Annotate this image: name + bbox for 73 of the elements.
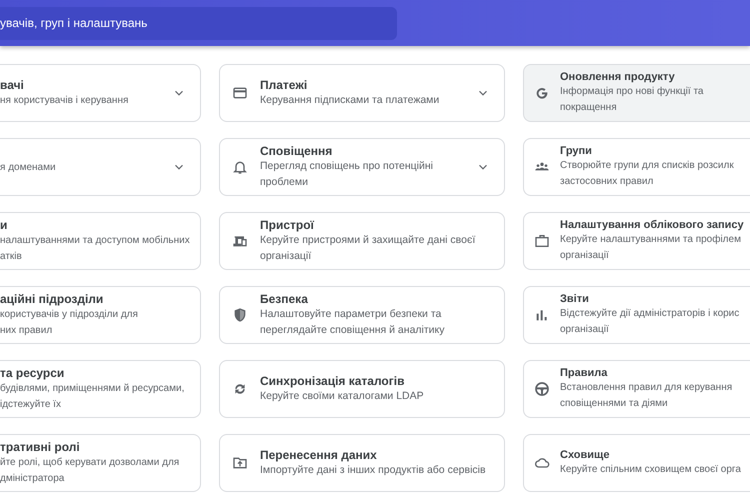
card-description: ідстежуйте їх bbox=[0, 398, 62, 412]
settings-card[interactable]: аційні підрозділи користувачів у підрозділи для них правил bbox=[0, 286, 201, 344]
card-title: Сховище bbox=[560, 449, 610, 461]
card-description: організації bbox=[260, 249, 312, 264]
settings-card[interactable]: Групи Створюйте групи для списків розсилк застосовних правил bbox=[523, 138, 750, 196]
settings-card[interactable]: Безпека Налаштовуйте параметри безпеки та переглядайте сповіщення й аналітику bbox=[219, 286, 505, 344]
settings-card[interactable]: тративні ролі йте ролі, щоб керувати дозволами для дміністратора bbox=[0, 434, 201, 492]
settings-card[interactable]: Звіти Відстежуйте дії адміністраторів і корис організації bbox=[523, 286, 750, 344]
card-description: налаштуваннями та доступом мобільних bbox=[0, 234, 190, 248]
card-title: Пристрої bbox=[260, 218, 316, 232]
settings-card[interactable]: и налаштуваннями та доступом мобільних атків bbox=[0, 212, 201, 270]
card-description: Перегляд сповіщень про потенційні bbox=[260, 159, 434, 174]
card-title: вачі bbox=[0, 78, 25, 92]
settings-card[interactable]: Сповіщення Перегляд сповіщень про потенційні проблеми bbox=[219, 138, 505, 196]
card-title: и bbox=[0, 218, 8, 232]
settings-card[interactable]: вачі ня користувачів і керування bbox=[0, 64, 201, 122]
steering-wheel-icon bbox=[534, 381, 550, 397]
card-title: Платежі bbox=[260, 78, 308, 92]
card-title: Перенесення даних bbox=[260, 448, 378, 462]
settings-card[interactable]: Перенесення даних Імпортуйте дані з інших продуктів або сервісів bbox=[219, 434, 505, 492]
settings-card[interactable]: Сховище Керуйте спільним сховищем своєї орга bbox=[523, 434, 750, 492]
card-title: Сповіщення bbox=[260, 144, 334, 158]
bell-icon bbox=[232, 159, 248, 175]
card-title: Налаштування облікового запису bbox=[560, 219, 745, 231]
settings-card[interactable]: Пристрої Керуйте пристроями й захищайте дані своєї організації bbox=[219, 212, 505, 270]
card-description: Створюйте групи для списків розсилк bbox=[560, 159, 735, 173]
card-title: Групи bbox=[560, 145, 593, 157]
card-description: Встановлення правил для керування bbox=[560, 381, 734, 395]
card-description: дміністратора bbox=[0, 472, 66, 486]
credit-card-icon bbox=[232, 85, 248, 101]
card-description: Керування підписками та платежами bbox=[260, 93, 440, 108]
settings-card[interactable]: Платежі Керування підписками та платежами bbox=[219, 64, 505, 122]
card-description: Керуйте своїми каталогами LDAP bbox=[260, 389, 425, 404]
briefcase-icon bbox=[534, 233, 550, 249]
card-description: проблеми bbox=[260, 175, 309, 190]
search-field[interactable]: увачів, груп і налаштувань bbox=[0, 6, 397, 40]
card-description: Відстежуйте дії адміністраторів і корис bbox=[560, 307, 740, 321]
card-description: Керуйте налаштуваннями та профілем bbox=[560, 233, 742, 247]
card-description: Керуйте пристроями й захищайте дані своєї bbox=[260, 233, 476, 248]
settings-card[interactable]: Налаштування облікового запису Керуйте налаштуваннями та профілем організації bbox=[523, 212, 750, 270]
card-description: них правил bbox=[0, 324, 54, 338]
card-description: атків bbox=[0, 250, 23, 264]
g-logo-icon bbox=[534, 85, 550, 101]
settings-card[interactable]: Оновлення продукту Інформація про нові функції та покращення bbox=[523, 64, 750, 122]
folder-upload-icon bbox=[232, 455, 248, 471]
card-description: Налаштовуйте параметри безпеки та bbox=[260, 307, 442, 322]
settings-card[interactable]: я доменами bbox=[0, 138, 201, 196]
card-title: Синхронізація каталогів bbox=[260, 374, 406, 388]
card-description: організації bbox=[560, 323, 610, 337]
card-title: аційні підрозділи bbox=[0, 292, 104, 306]
shield-icon bbox=[232, 307, 248, 323]
card-description: покращення bbox=[560, 101, 618, 115]
card-title: Оновлення продукту bbox=[560, 71, 676, 83]
card-title: Безпека bbox=[260, 292, 309, 306]
card-description: організації bbox=[560, 249, 610, 263]
settings-card[interactable]: Правила Встановлення правил для керування сповіщеннями та діями bbox=[523, 360, 750, 418]
card-description: переглядайте сповіщення й аналітику bbox=[260, 323, 446, 338]
card-description: будівлями, приміщеннями й ресурсами, bbox=[0, 382, 186, 396]
card-description: сповіщеннями та діями bbox=[560, 397, 669, 411]
card-description: Керуйте спільним сховищем своєї орга bbox=[560, 463, 742, 477]
card-description: Імпортуйте дані з інших продуктів або сервісів bbox=[260, 463, 487, 478]
card-description: користувачів у підрозділи для bbox=[0, 308, 139, 322]
card-description: я доменами bbox=[0, 160, 57, 174]
card-description: Інформація про нові функції та bbox=[560, 85, 704, 99]
card-title: Правила bbox=[560, 367, 608, 379]
card-description: застосовних правил bbox=[560, 175, 654, 189]
card-title: Звіти bbox=[560, 293, 590, 305]
settings-card[interactable]: та ресурси будівлями, приміщеннями й ресурсами, ідстежуйте їх bbox=[0, 360, 201, 418]
card-title: тративні ролі bbox=[0, 440, 81, 454]
card-description: ня користувачів і керування bbox=[0, 94, 130, 108]
card-description: йте ролі, щоб керувати дозволами для bbox=[0, 456, 180, 470]
settings-card[interactable]: Синхронізація каталогів Керуйте своїми каталогами LDAP bbox=[219, 360, 505, 418]
card-title: та ресурси bbox=[0, 366, 66, 380]
